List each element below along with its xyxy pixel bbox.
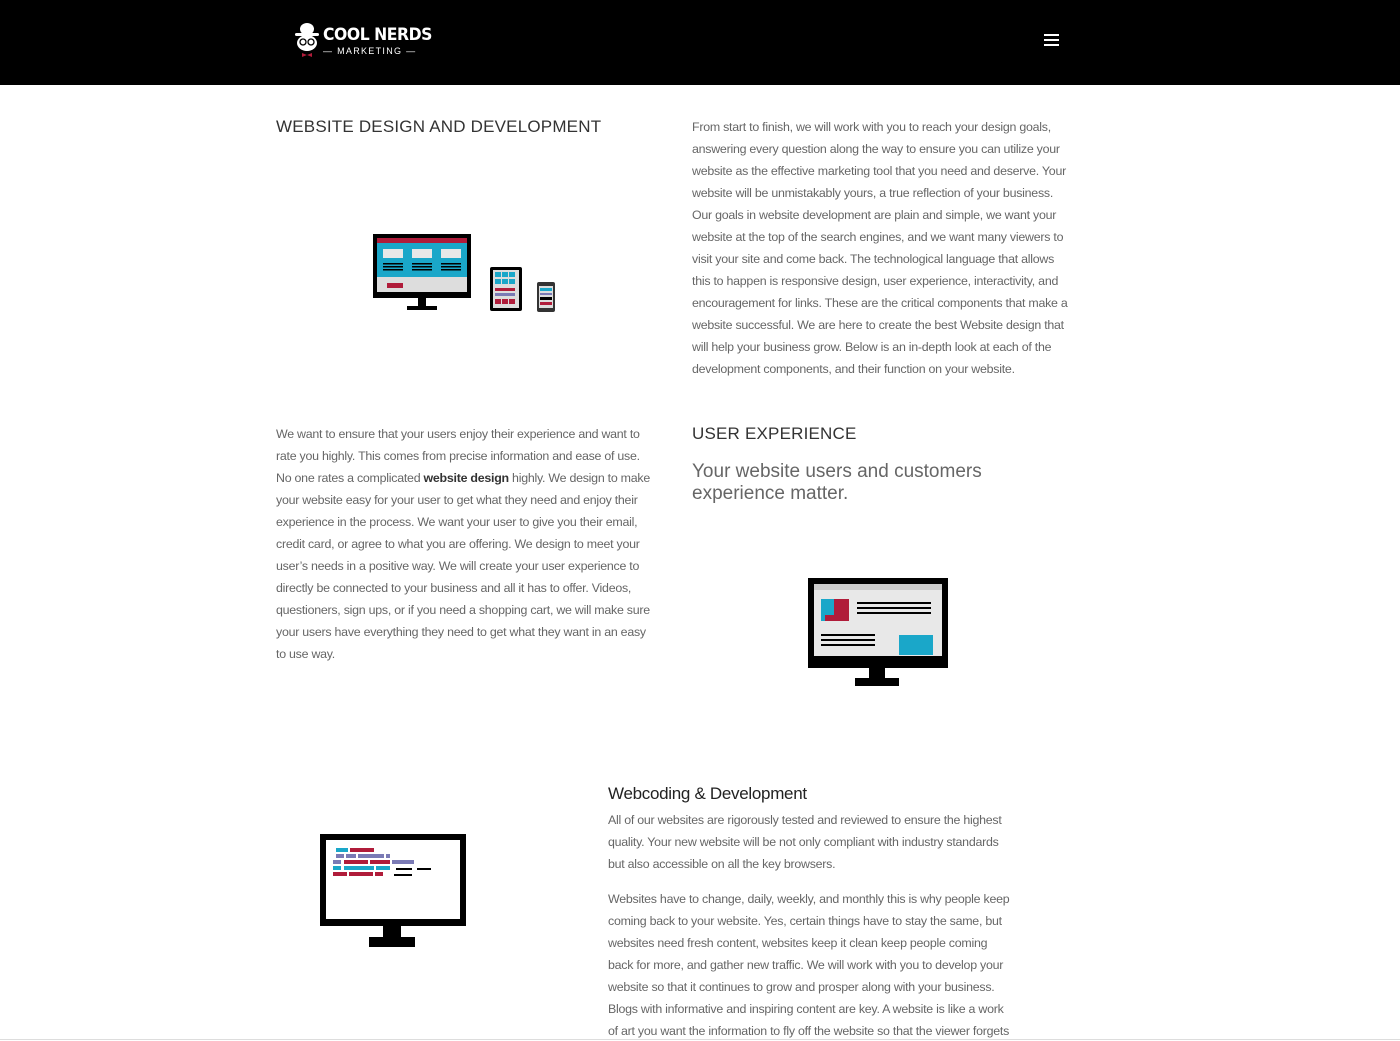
site-header: COOL NERDS — MARKETING — [0, 0, 1400, 85]
nerd-mascot-icon [295, 23, 319, 57]
webcoding-description-1: All of our websites are rigorously teste… [608, 813, 1002, 871]
user-experience-description: We want to ensure that your users enjoy … [276, 427, 650, 661]
logo[interactable]: COOL NERDS — MARKETING — [293, 22, 432, 60]
hamburger-menu-icon[interactable] [1044, 34, 1062, 50]
section-title-website-design: WEBSITE DESIGN AND DEVELOPMENT [276, 117, 602, 136]
user-experience-lead: Your website users and customers experie… [692, 461, 982, 504]
user-experience-monitor-illustration [808, 578, 948, 686]
section-title-webcoding: Webcoding & Development [608, 784, 807, 803]
brand-name: COOL NERDS [323, 25, 432, 45]
divider [0, 1039, 1400, 1040]
webcoding-description-2: Websites have to change, daily, weekly, … [608, 892, 1010, 1038]
brand-tagline: — MARKETING — [323, 46, 417, 56]
website-design-highlight: website design [423, 471, 510, 485]
responsive-devices-illustration [373, 234, 555, 312]
website-design-description: From start to finish, we will work with … [692, 120, 1068, 376]
section-title-user-experience: USER EXPERIENCE [692, 424, 857, 443]
webcoding-monitor-illustration [320, 834, 466, 947]
